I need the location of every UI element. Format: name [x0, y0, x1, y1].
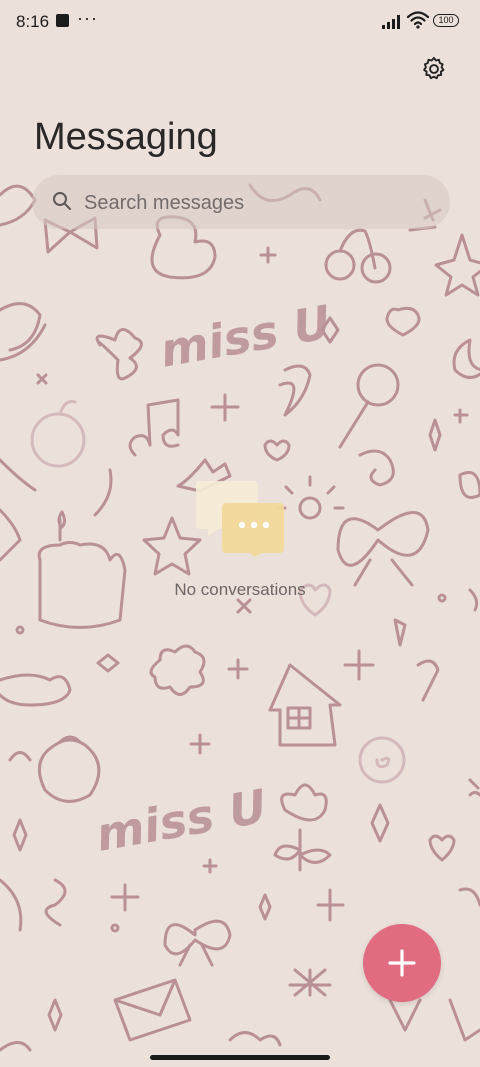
more-notifications-icon: ··· — [77, 8, 98, 28]
new-conversation-button[interactable] — [363, 924, 441, 1002]
svg-text:miss U: miss U — [92, 779, 271, 862]
page-title: Messaging — [34, 116, 218, 158]
status-bar: 8:16 ··· 100 — [0, 0, 480, 44]
search-icon — [53, 192, 71, 210]
battery-icon: 100 — [433, 14, 459, 27]
plus-icon — [388, 949, 416, 977]
wifi-icon — [407, 11, 429, 29]
notification-icon — [56, 14, 69, 27]
empty-state-text: No conversations — [174, 580, 306, 599]
svg-text:miss U: miss U — [156, 295, 335, 378]
chat-bubbles-icon — [196, 481, 284, 557]
signal-icon — [382, 15, 400, 29]
status-time: 8:16 — [16, 12, 50, 31]
home-indicator[interactable] — [150, 1055, 330, 1060]
gear-icon[interactable] — [420, 55, 448, 83]
search-input[interactable] — [84, 188, 434, 218]
